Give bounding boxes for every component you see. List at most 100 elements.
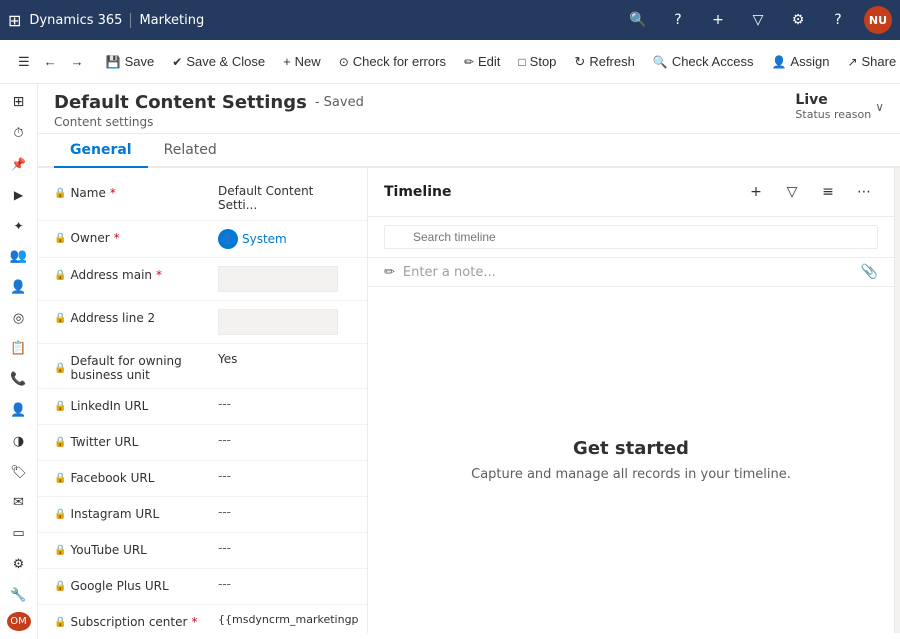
sidenav-recent[interactable]: ⏱ <box>1 119 37 148</box>
sidenav-mail[interactable]: ✉ <box>1 489 37 518</box>
field-label-name: 🔒 Name * <box>54 182 214 200</box>
attach-icon[interactable]: 📎 <box>861 264 878 280</box>
sidenav-phone[interactable]: 📞 <box>1 365 37 394</box>
lock-icon: 🔒 <box>54 188 66 199</box>
form-row-linkedin: 🔒 LinkedIn URL --- <box>38 389 367 425</box>
check-access-icon: 🔍 <box>653 55 668 69</box>
sidenav-report[interactable]: 📋 <box>1 335 37 364</box>
field-value-default-owning: Yes <box>214 350 351 368</box>
sidenav-contacts[interactable]: 👥 <box>1 242 37 271</box>
form-row-instagram: 🔒 Instagram URL --- <box>38 497 367 533</box>
note-placeholder-text[interactable]: Enter a note... <box>403 265 853 280</box>
back-icon: ← <box>44 54 57 69</box>
status-area[interactable]: Live Status reason ∨ <box>795 92 884 121</box>
form-row-subscription: 🔒 Subscription center * {{msdyncrm_marke… <box>38 605 367 633</box>
sidenav-person[interactable]: 👤 <box>1 273 37 302</box>
share-button[interactable]: ↗ Share <box>839 48 900 75</box>
field-label-googleplus: 🔒 Google Plus URL <box>54 575 214 593</box>
sidenav-circle[interactable]: ◑ <box>1 427 37 456</box>
lock-icon-twitter: 🔒 <box>54 437 66 448</box>
sidenav-target[interactable]: ◎ <box>1 304 37 333</box>
edit-icon: ✏ <box>464 55 474 69</box>
new-icon: + <box>283 54 291 69</box>
sidenav-person2[interactable]: 👤 <box>1 396 37 425</box>
edit-note-icon: ✏ <box>384 265 395 280</box>
sidenav-pinned[interactable]: 📌 <box>1 150 37 179</box>
refresh-button[interactable]: ↻ Refresh <box>566 48 642 76</box>
check-access-button[interactable]: 🔍 Check Access <box>645 48 762 75</box>
assign-button[interactable]: 👤 Assign <box>763 48 837 75</box>
field-value-subscription: {{msdyncrm_marketingp <box>214 611 363 628</box>
timeline-list-button[interactable]: ≡ <box>814 178 842 206</box>
timeline-header: Timeline + ▽ ≡ ⋯ <box>368 168 894 217</box>
avatar[interactable]: NU <box>864 6 892 34</box>
field-value-name: Default Content Setti... <box>214 182 351 214</box>
top-nav-icons: 🔍 ? + ▽ ⚙ ? NU <box>624 6 892 34</box>
form-row-twitter: 🔒 Twitter URL --- <box>38 425 367 461</box>
timeline-more-button[interactable]: ⋯ <box>850 178 878 206</box>
field-label-address2: 🔒 Address line 2 <box>54 307 214 325</box>
command-bar: ☰ ← → 💾 Save ✔ Save & Close + New ⊙ Chec… <box>0 40 900 84</box>
save-close-icon: ✔ <box>172 55 182 69</box>
field-value-linkedin: --- <box>214 395 351 413</box>
lock-icon-default: 🔒 <box>54 363 66 374</box>
form-row-facebook: 🔒 Facebook URL --- <box>38 461 367 497</box>
field-label-subscription: 🔒 Subscription center * <box>54 611 214 629</box>
share-icon: ↗ <box>847 55 857 69</box>
field-value-address-main[interactable] <box>214 264 351 294</box>
field-label-owner: 🔒 Owner * <box>54 227 214 245</box>
settings-icon[interactable]: ⚙ <box>784 6 812 34</box>
hamburger-button[interactable]: ☰ <box>12 50 36 74</box>
tab-general[interactable]: General <box>54 134 148 168</box>
forward-icon: → <box>71 54 84 69</box>
form-row-default-owning: 🔒 Default for owning business unit Yes <box>38 344 367 389</box>
stop-button[interactable]: □ Stop <box>510 48 564 75</box>
lock-icon-subscription: 🔒 <box>54 617 66 628</box>
sidenav-om[interactable]: OM <box>7 612 31 631</box>
field-value-googleplus: --- <box>214 575 351 593</box>
timeline-search-input[interactable] <box>384 225 878 249</box>
assign-icon: 👤 <box>771 55 786 69</box>
help-icon[interactable]: ? <box>664 6 692 34</box>
edit-button[interactable]: ✏ Edit <box>456 48 508 75</box>
address-main-input[interactable] <box>218 266 338 292</box>
sidenav-box[interactable]: ▭ <box>1 519 37 548</box>
lock-icon-facebook: 🔒 <box>54 473 66 484</box>
field-value-owner[interactable]: 👤 System <box>214 227 351 251</box>
sidenav-gear[interactable]: ⚙ <box>1 550 37 579</box>
add-icon[interactable]: + <box>704 6 732 34</box>
timeline-search-area: 🔍 <box>368 217 894 258</box>
required-star-addr: * <box>156 268 162 282</box>
filter-icon[interactable]: ▽ <box>744 6 772 34</box>
sidenav-tag[interactable]: 🏷 <box>1 458 37 487</box>
timeline-empty-subtitle: Capture and manage all records in your t… <box>471 467 791 482</box>
timeline-title: Timeline <box>384 184 742 200</box>
field-value-facebook: --- <box>214 467 351 485</box>
sidenav-bottom1[interactable]: 🔧 <box>1 581 37 610</box>
tab-related[interactable]: Related <box>148 134 233 168</box>
timeline-filter-button[interactable]: ▽ <box>778 178 806 206</box>
save-close-button[interactable]: ✔ Save & Close <box>164 48 273 75</box>
lock-icon-addr2: 🔒 <box>54 313 66 324</box>
form-row-youtube: 🔒 YouTube URL --- <box>38 533 367 569</box>
lock-icon-linkedin: 🔒 <box>54 401 66 412</box>
sidenav-star[interactable]: ✦ <box>1 211 37 240</box>
new-button[interactable]: + New <box>275 48 329 75</box>
sidenav-play[interactable]: ▶ <box>1 180 37 209</box>
check-errors-button[interactable]: ⊙ Check for errors <box>331 48 454 75</box>
address2-input[interactable] <box>218 309 338 335</box>
page-header: Default Content Settings - Saved Content… <box>38 84 900 134</box>
forward-button[interactable]: → <box>65 50 90 73</box>
save-button[interactable]: 💾 Save <box>98 48 163 75</box>
sidenav-home[interactable]: ⊞ <box>1 88 37 117</box>
question-icon[interactable]: ? <box>824 6 852 34</box>
form-row-address2: 🔒 Address line 2 <box>38 301 367 344</box>
timeline-add-button[interactable]: + <box>742 178 770 206</box>
back-button[interactable]: ← <box>38 50 63 73</box>
scrollbar-track[interactable] <box>894 168 900 633</box>
search-icon[interactable]: 🔍 <box>624 6 652 34</box>
lock-icon-owner: 🔒 <box>54 233 66 244</box>
field-value-address2[interactable] <box>214 307 351 337</box>
required-star-owner: * <box>114 231 120 245</box>
grid-icon[interactable]: ⊞ <box>8 11 21 30</box>
